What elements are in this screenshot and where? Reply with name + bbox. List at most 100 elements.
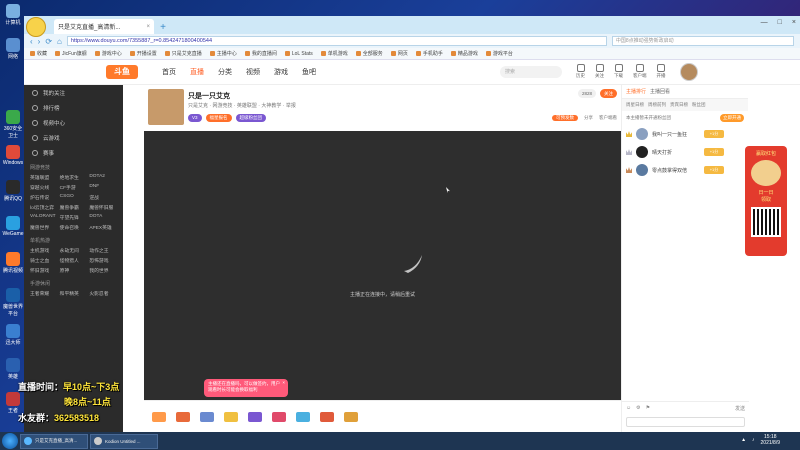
bookmark[interactable]: 网页 (391, 50, 408, 57)
sidebar-item-cloud-game[interactable]: 云游戏 (24, 130, 123, 145)
nav-category[interactable]: 分类 (218, 67, 232, 77)
minimize-icon[interactable]: — (761, 19, 768, 26)
refresh-icon[interactable]: ⟳ (45, 37, 52, 46)
category-link[interactable]: CF手游 (60, 184, 88, 191)
category-link[interactable]: 魔兽怀旧服 (89, 204, 117, 211)
desktop-icon-qq[interactable]: 腾讯QQ (2, 180, 24, 210)
bookmark[interactable]: 主播中心 (210, 50, 237, 57)
category-link[interactable]: CSGO (60, 194, 88, 201)
category-link[interactable]: 怪物猎人 (60, 257, 88, 264)
subtab-daily[interactable]: 周星日榜 (626, 102, 644, 108)
desktop-icon-xunda[interactable]: 迅大师 (2, 324, 24, 354)
desktop-icon-wegame[interactable]: WeGame (2, 216, 24, 246)
category-link[interactable]: 英雄联盟 (30, 174, 58, 181)
gift-icon[interactable] (176, 411, 190, 422)
category-link[interactable]: DOTA2 (89, 174, 117, 181)
settings-icon[interactable]: ⚙ (636, 405, 640, 412)
browser-search-input[interactable]: 中国8点推动强势新政启动 (611, 36, 794, 46)
follow-button-header[interactable]: 关注 (595, 64, 604, 79)
user-avatar[interactable] (680, 63, 698, 81)
desktop-icon-network[interactable]: 网络 (2, 38, 24, 68)
nav-video[interactable]: 视频 (246, 67, 260, 77)
category-link[interactable]: 和平精英 (60, 290, 88, 297)
douyu-logo[interactable]: 斗鱼 (106, 65, 138, 79)
home-icon[interactable]: ⌂ (57, 37, 62, 46)
chat-input[interactable] (626, 417, 745, 427)
start-button[interactable] (2, 433, 18, 449)
url-input[interactable]: https://www.douyu.com/7355887_r=0.854247… (66, 36, 607, 46)
gift-icon[interactable] (152, 411, 166, 422)
tray-icon[interactable]: ▲ (741, 437, 746, 443)
gift-icon[interactable] (248, 411, 262, 422)
client-button[interactable]: 客户端 (633, 64, 647, 79)
category-link[interactable]: lol云顶之弈 (30, 204, 58, 211)
category-link[interactable]: 穿越火线 (30, 184, 58, 191)
history-button[interactable]: 历史 (576, 64, 585, 79)
pk-button[interactable]: 可预发数 (552, 115, 578, 121)
fan-club-badge[interactable]: 超级粉丝团 (235, 114, 267, 122)
category-link[interactable]: 恐怖游戏 (89, 257, 117, 264)
gift-icon[interactable] (344, 411, 358, 422)
bookmark[interactable]: 收藏 (30, 50, 47, 57)
maximize-icon[interactable]: □ (778, 19, 782, 26)
category-link[interactable]: 怀旧游戏 (30, 267, 58, 274)
bookmark[interactable]: 手机助手 (416, 50, 443, 57)
site-search-input[interactable]: 搜索 (500, 66, 562, 78)
category-link[interactable]: 火影忍者 (89, 290, 117, 297)
clock[interactable]: 15:18 2021/8/9 (761, 434, 780, 446)
category-link[interactable]: 绝地求生 (60, 174, 88, 181)
broadcast-button[interactable]: 开播 (657, 64, 666, 79)
back-icon[interactable]: ‹ (30, 37, 33, 46)
subtab-vip[interactable]: 贵宾日榜 (670, 102, 688, 108)
tab-replay[interactable]: 主播回看 (650, 88, 670, 95)
lucky-badge[interactable]: 福星报名 (205, 114, 232, 122)
category-link[interactable]: 骑士之血 (30, 257, 58, 264)
category-link[interactable]: 魔兽争霸 (60, 204, 88, 211)
gift-icon[interactable] (296, 411, 310, 422)
video-player[interactable]: 主播正在连接中，请稍后重试 主播还在直播吗，可以做签约，用户观看时长可能会换取福… (144, 131, 621, 400)
category-link[interactable]: APEX英雄 (89, 224, 117, 231)
send-button[interactable]: 发送 (735, 405, 745, 412)
gift-icon[interactable] (224, 411, 238, 422)
subtab-fans[interactable]: 粉丝团 (692, 102, 706, 108)
follow-button[interactable]: 关注 (600, 89, 617, 98)
tab-douyu[interactable]: 只是艾克直播_高清新... × (54, 19, 154, 34)
category-link[interactable]: 炉石传说 (30, 194, 58, 201)
nav-game[interactable]: 游戏 (274, 67, 288, 77)
close-window-icon[interactable]: × (792, 19, 796, 26)
bookmark[interactable]: 开播设置 (130, 50, 157, 57)
category-link[interactable]: 永劫无间 (60, 247, 88, 254)
category-link[interactable]: 动作之王 (89, 247, 117, 254)
volume-icon[interactable]: ♪ (752, 437, 755, 443)
nav-live[interactable]: 直播 (190, 67, 204, 77)
category-link[interactable]: 魔兽世界 (30, 224, 58, 231)
category-link[interactable]: 主机游戏 (30, 247, 58, 254)
forward-icon[interactable]: › (38, 37, 41, 46)
desktop-icon-battlenet[interactable]: 魔兽世界平台 (2, 288, 24, 318)
nav-yuba[interactable]: 鱼吧 (302, 67, 316, 77)
category-link[interactable]: 王者荣耀 (30, 290, 58, 297)
rank-row[interactable]: 零点鼓掌得双倍 +1分 (622, 161, 748, 179)
category-link[interactable]: DOTA (89, 214, 117, 221)
sidebar-item-video[interactable]: 视频中心 (24, 115, 123, 130)
sidebar-item-rank[interactable]: 排行榜 (24, 100, 123, 115)
promo-cta[interactable]: 领取 (745, 196, 787, 203)
bookmark[interactable]: 单机游戏 (321, 50, 348, 57)
nav-home[interactable]: 首页 (162, 67, 176, 77)
gift-icon[interactable] (272, 411, 286, 422)
desktop-icon-tencent-video[interactable]: 腾讯视频 (2, 252, 24, 282)
share-button[interactable]: 分享 (584, 115, 593, 121)
download-button[interactable]: 下载 (614, 64, 623, 79)
close-tab-icon[interactable]: × (146, 24, 150, 30)
category-link[interactable]: 使命召唤 (60, 224, 88, 231)
desktop-icon-windows[interactable]: Windows (2, 145, 24, 175)
tab-streamer-rank[interactable]: 主播排行 (626, 88, 646, 95)
client-view-button[interactable]: 客户端看 (599, 115, 617, 121)
emoji-icon[interactable]: ☺ (626, 405, 631, 412)
bookmark[interactable]: 游戏平台 (486, 50, 513, 57)
category-link[interactable]: 原神 (60, 267, 88, 274)
category-link[interactable]: 逆战 (89, 194, 117, 201)
subtab-weekly[interactable]: 周榜前列 (648, 102, 666, 108)
level-badge[interactable]: V3 (188, 114, 202, 122)
streamer-avatar[interactable] (148, 89, 184, 125)
